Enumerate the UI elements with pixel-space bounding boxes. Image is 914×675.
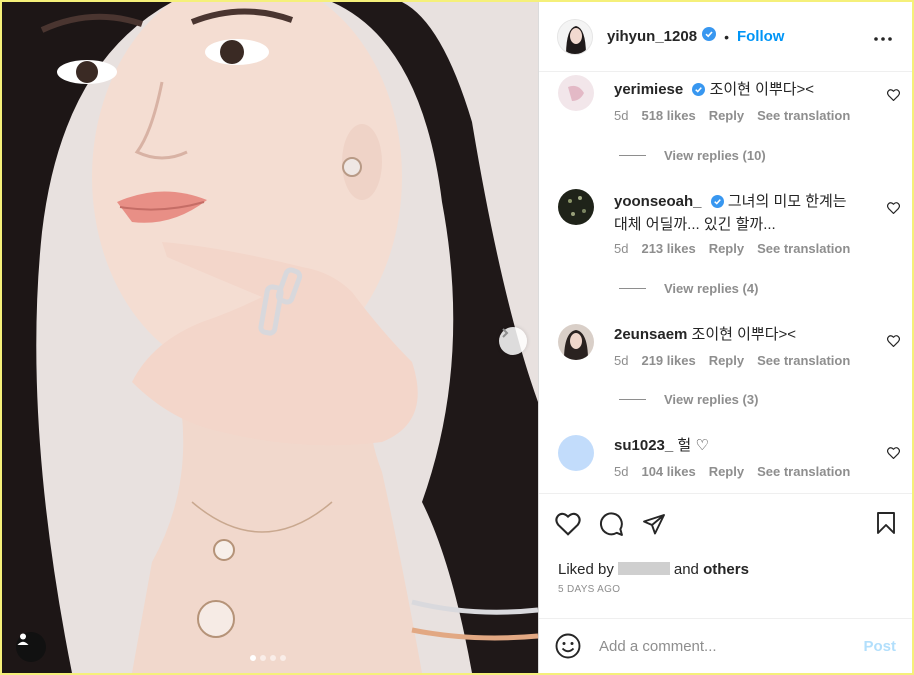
- comment-age: 5d: [614, 108, 629, 123]
- verified-badge-icon: [702, 27, 717, 46]
- user-tag-button[interactable]: [16, 632, 46, 662]
- bookmark-icon[interactable]: [876, 511, 896, 540]
- see-translation-button[interactable]: See translation: [757, 241, 850, 256]
- image-dot: [280, 655, 286, 661]
- next-arrow-icon: [502, 328, 509, 338]
- comment-heart-icon[interactable]: [886, 334, 901, 352]
- verified-badge-icon: [710, 193, 724, 214]
- verified-badge-icon: [692, 81, 706, 102]
- view-replies-label[interactable]: View replies (3): [664, 392, 758, 407]
- view-replies-button[interactable]: View replies (10): [619, 148, 766, 163]
- next-image-button[interactable]: [499, 327, 527, 355]
- comment-input[interactable]: Add a comment...: [599, 638, 863, 655]
- liked-by-prefix: Liked by: [558, 561, 614, 578]
- comment-heart-icon[interactable]: [886, 88, 901, 106]
- see-translation-button[interactable]: See translation: [757, 353, 850, 368]
- post-panel: yihyun_1208 • Follow yerimiese 조이현 이뿌다><…: [538, 2, 912, 673]
- image-dot: [260, 655, 266, 661]
- reply-button[interactable]: Reply: [709, 353, 744, 368]
- comment-body: su1023_ 헐 ♡: [614, 435, 864, 456]
- comment-likes[interactable]: 219 likes: [641, 353, 695, 368]
- user-tag-icon: [17, 633, 29, 645]
- image-dot: [270, 655, 276, 661]
- comment-likes[interactable]: 104 likes: [641, 464, 695, 479]
- post-header: yihyun_1208 • Follow: [539, 2, 912, 72]
- comment-heart-icon[interactable]: [886, 201, 901, 219]
- post-photo: [2, 2, 538, 673]
- see-translation-button[interactable]: See translation: [757, 108, 850, 123]
- reply-button[interactable]: Reply: [709, 108, 744, 123]
- like-heart-icon[interactable]: [555, 512, 581, 536]
- comment-age: 5d: [614, 353, 629, 368]
- replies-line: [619, 155, 646, 156]
- commenter-avatar[interactable]: [558, 75, 594, 111]
- replies-line: [619, 399, 646, 400]
- comment-age: 5d: [614, 464, 629, 479]
- reply-button[interactable]: Reply: [709, 241, 744, 256]
- comment-likes[interactable]: 213 likes: [641, 241, 695, 256]
- liked-by-others-link[interactable]: others: [703, 561, 749, 578]
- comment-body: 2eunsaem 조이현 이뿌다><: [614, 324, 864, 345]
- comment-body: yerimiese 조이현 이뿌다><: [614, 79, 864, 102]
- view-replies-label[interactable]: View replies (4): [664, 281, 758, 296]
- comment-text: 조이현 이뿌다><: [709, 81, 815, 98]
- commenter-avatar[interactable]: [558, 324, 594, 360]
- author-avatar-image: [558, 19, 592, 54]
- comment-meta: 5d 104 likes Reply See translation: [614, 464, 850, 479]
- share-icon[interactable]: [642, 512, 666, 536]
- view-replies-label[interactable]: View replies (10): [664, 148, 766, 163]
- comment-username[interactable]: yerimiese: [614, 81, 683, 98]
- comments-list[interactable]: yerimiese 조이현 이뿌다>< 5d 518 likes Reply S…: [539, 73, 912, 493]
- comment-icon[interactable]: [599, 512, 624, 537]
- post-media[interactable]: [2, 2, 538, 673]
- post-actions-section: [539, 493, 912, 554]
- image-dot: [250, 655, 256, 661]
- replies-line: [619, 288, 646, 289]
- action-bar: [539, 494, 912, 554]
- comment-text: 헐 ♡: [677, 437, 709, 454]
- post-comment-button[interactable]: Post: [863, 638, 896, 655]
- comment-heart-icon[interactable]: [886, 446, 901, 464]
- comment-age: 5d: [614, 241, 629, 256]
- comment-composer: Add a comment... Post: [539, 618, 912, 673]
- comment-username[interactable]: yoonseoah_: [614, 193, 702, 210]
- liked-by: Liked by and others: [558, 561, 749, 578]
- see-translation-button[interactable]: See translation: [757, 464, 850, 479]
- reply-button[interactable]: Reply: [709, 464, 744, 479]
- comment-text: 조이현 이뿌다><: [691, 326, 797, 343]
- view-replies-button[interactable]: View replies (3): [619, 392, 758, 407]
- comment-username[interactable]: su1023_: [614, 437, 673, 454]
- comment-meta: 5d 518 likes Reply See translation: [614, 108, 850, 123]
- comment-meta: 5d 219 likes Reply See translation: [614, 353, 850, 368]
- liked-by-and: and: [673, 561, 699, 578]
- image-dots: [250, 655, 286, 661]
- emoji-icon[interactable]: [555, 633, 581, 659]
- view-replies-button[interactable]: View replies (4): [619, 281, 758, 296]
- more-options-icon[interactable]: [874, 28, 892, 46]
- comment-meta: 5d 213 likes Reply See translation: [614, 241, 850, 256]
- blurred-username[interactable]: [617, 562, 670, 575]
- comment-username[interactable]: 2eunsaem: [614, 326, 687, 343]
- author-avatar[interactable]: [557, 18, 593, 55]
- author-username[interactable]: yihyun_1208: [607, 28, 697, 45]
- comment-likes[interactable]: 518 likes: [641, 108, 695, 123]
- comment-body: yoonseoah_ 그녀의 미모 한계는 대체 어딜까... 있긴 할까...: [614, 191, 864, 235]
- commenter-avatar[interactable]: [558, 189, 594, 225]
- post-date: 5 DAYS AGO: [558, 584, 621, 595]
- follow-button[interactable]: Follow: [737, 28, 785, 45]
- commenter-avatar[interactable]: [558, 435, 594, 471]
- header-separator: •: [724, 28, 729, 45]
